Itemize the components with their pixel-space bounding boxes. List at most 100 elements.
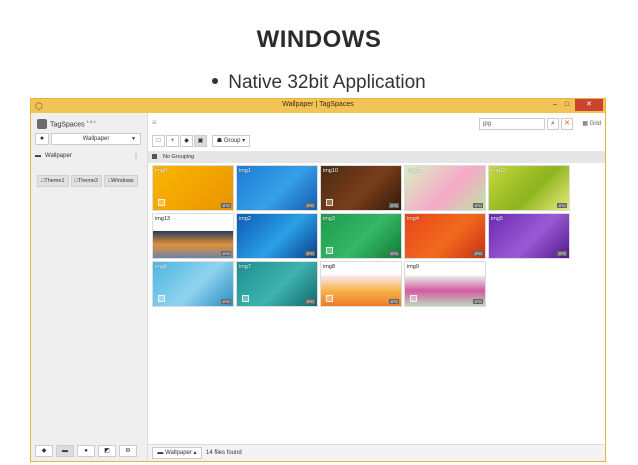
file-tile[interactable]: img0 JPG — [152, 165, 234, 211]
subfolder-windows[interactable]: □Windows — [104, 175, 138, 187]
file-tile[interactable]: img5 JPG — [488, 213, 570, 259]
file-select-checkbox[interactable] — [326, 199, 333, 206]
files-found-text: 14 files found — [206, 450, 242, 456]
file-ext-badge: JPG — [473, 299, 483, 304]
bullet-dot — [212, 77, 219, 84]
search-input[interactable] — [479, 118, 545, 130]
location-row: ● Wallpaper ▼ — [35, 133, 141, 145]
file-select-checkbox[interactable] — [158, 199, 165, 206]
subfolder-list: □Theme1 □Theme2 □Windows — [37, 169, 143, 190]
file-name: img11 — [407, 168, 422, 174]
app-window: ⬡ Wallpaper | TagSpaces – □ ✕ TagSpaces 1… — [30, 98, 606, 462]
view-mode-button[interactable]: ▦ Grid — [575, 118, 601, 130]
file-ext-badge: JPG — [473, 203, 483, 208]
file-tile[interactable]: img1 JPG — [236, 165, 318, 211]
file-select-checkbox[interactable] — [326, 247, 333, 254]
file-ext-badge: JPG — [557, 251, 567, 256]
file-name: img9 — [407, 264, 419, 270]
location-tag[interactable]: ▬ Wallpaper ▴ — [152, 447, 202, 459]
file-select-checkbox[interactable] — [326, 295, 333, 302]
main-panel: ≡ ⌕ ✕ ▦ Grid □ + ◆ ▣ ☗ Group ▾ No Groupi… — [148, 113, 605, 461]
file-name: img8 — [323, 264, 335, 270]
group-button[interactable]: ☗ Group ▾ — [212, 135, 250, 147]
file-ext-badge: JPG — [557, 203, 567, 208]
file-ext-badge: JPG — [473, 251, 483, 256]
file-tile[interactable]: img3 JPG — [320, 213, 402, 259]
file-name: img10 — [323, 168, 338, 174]
file-ext-badge: JPG — [305, 251, 315, 256]
grouping-label: No Grouping — [163, 154, 195, 160]
more-options-icon[interactable]: ⋮ — [133, 153, 139, 160]
tags-icon[interactable]: ◆ — [35, 445, 53, 457]
sidebar: TagSpaces 1.8.4 ● Wallpaper ▼ ▬ Wallpaper ⋮… — [31, 113, 148, 461]
app-name: TagSpaces — [50, 121, 85, 129]
file-name: img3 — [323, 216, 335, 222]
file-tile[interactable]: img12 JPG — [488, 165, 570, 211]
hamburger-icon[interactable]: ≡ — [152, 119, 162, 127]
file-tile[interactable]: img8 JPG — [320, 261, 402, 307]
file-name: img1 — [239, 168, 251, 174]
add-file-icon[interactable]: + — [166, 135, 179, 147]
file-name: img0 — [155, 168, 167, 174]
image-icon[interactable]: ▣ — [194, 135, 207, 147]
location-select[interactable]: Wallpaper ▼ — [51, 133, 141, 145]
file-select-checkbox[interactable] — [410, 295, 417, 302]
location-menu-button[interactable]: ● — [35, 133, 49, 145]
chevron-down-icon: ▼ — [131, 136, 136, 142]
search-icon[interactable]: ⌕ — [547, 118, 559, 130]
tag-icon[interactable]: ◆ — [180, 135, 193, 147]
file-tile[interactable]: img10 JPG — [320, 165, 402, 211]
file-select-checkbox[interactable] — [242, 295, 249, 302]
file-ext-badge: JPG — [221, 203, 231, 208]
subfolder-theme1[interactable]: □Theme1 — [37, 175, 69, 187]
file-tile[interactable]: img13 JPG — [152, 213, 234, 259]
file-tile[interactable]: img6 JPG — [152, 261, 234, 307]
maximize-button[interactable]: □ — [561, 99, 573, 111]
file-name: img6 — [155, 264, 167, 270]
grouping-bar: No Grouping — [148, 151, 605, 163]
settings-icon[interactable]: ⚙ — [119, 445, 137, 457]
status-bar: ▬ Wallpaper ▴ 14 files found — [148, 444, 605, 461]
tree-root-folder[interactable]: ▬ Wallpaper ⋮ — [35, 153, 141, 163]
file-name: img12 — [491, 168, 506, 174]
file-ext-badge: JPG — [221, 251, 231, 256]
file-ext-badge: JPG — [389, 251, 399, 256]
minimize-button[interactable]: – — [549, 99, 561, 111]
file-ext-badge: JPG — [389, 299, 399, 304]
file-ext-badge: JPG — [389, 203, 399, 208]
file-tile[interactable]: img11 JPG — [404, 165, 486, 211]
close-button[interactable]: ✕ — [575, 99, 603, 111]
file-name: img4 — [407, 216, 419, 222]
main-toolbar: □ + ◆ ▣ ☗ Group ▾ — [152, 135, 250, 147]
file-tile[interactable]: img9 JPG — [404, 261, 486, 307]
clear-search-icon[interactable]: ✕ — [561, 118, 573, 130]
app-logo-icon — [37, 119, 47, 130]
window-title: Wallpaper | TagSpaces — [282, 101, 354, 108]
chat-icon[interactable]: ● — [77, 445, 95, 457]
file-ext-badge: JPG — [305, 299, 315, 304]
folder-icon: ▬ — [35, 153, 41, 159]
file-ext-badge: JPG — [221, 299, 231, 304]
file-name: img13 — [155, 216, 170, 222]
slide-bullet: Native 32bit Application — [0, 72, 638, 94]
app-version: 1.8.4 — [86, 119, 96, 124]
folder-icon[interactable]: ▬ — [56, 445, 74, 457]
file-select-checkbox[interactable] — [158, 295, 165, 302]
file-name: img7 — [239, 264, 251, 270]
title-bar: ⬡ Wallpaper | TagSpaces – □ ✕ — [31, 99, 605, 113]
file-tile[interactable]: img4 JPG — [404, 213, 486, 259]
file-tile[interactable]: img2 JPG — [236, 213, 318, 259]
sidebar-bottom-toolbar: ◆ ▬ ● ◩ ⚙ — [35, 445, 143, 459]
grouping-checkbox[interactable] — [152, 154, 157, 160]
subfolder-theme2[interactable]: □Theme2 — [70, 175, 103, 187]
export-icon[interactable]: ◩ — [98, 445, 116, 457]
select-all-icon[interactable]: □ — [152, 135, 165, 147]
bullet-text: Native 32bit Application — [228, 72, 426, 93]
location-select-label: Wallpaper — [82, 136, 110, 142]
file-tile[interactable]: img7 JPG — [236, 261, 318, 307]
tree-root-label: Wallpaper — [45, 153, 72, 159]
file-name: img5 — [491, 216, 503, 222]
slide-title: WINDOWS — [256, 26, 382, 53]
app-brand: TagSpaces 1.8.4 — [37, 119, 96, 130]
file-ext-badge: JPG — [305, 203, 315, 208]
